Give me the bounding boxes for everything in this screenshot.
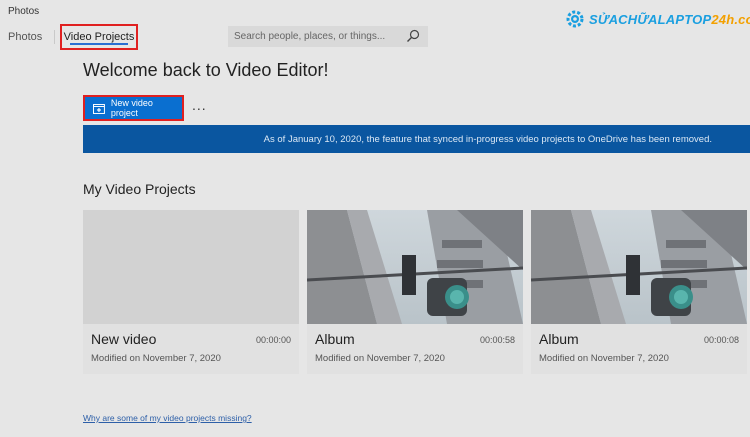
project-thumbnail xyxy=(307,210,523,324)
project-thumbnail xyxy=(83,210,299,324)
more-options-button[interactable]: ... xyxy=(192,97,207,113)
project-name: New video xyxy=(91,331,157,347)
info-banner-text: As of January 10, 2020, the feature that… xyxy=(263,133,712,145)
new-video-project-label: New video project xyxy=(110,98,153,118)
project-modified: Modified on November 7, 2020 xyxy=(539,353,669,364)
project-card[interactable]: Album 00:00:58 Modified on November 7, 2… xyxy=(307,210,523,374)
project-modified: Modified on November 7, 2020 xyxy=(315,353,445,364)
project-card[interactable]: New video 00:00:00 Modified on November … xyxy=(83,210,299,374)
search-placeholder: Search people, places, or things... xyxy=(234,31,386,42)
watermark-logo: SỬACHỮALAPTOP 24h.com xyxy=(565,8,750,30)
tab-video-projects[interactable]: Video Projects xyxy=(60,24,138,50)
app-title: Photos xyxy=(8,6,40,17)
section-title: My Video Projects xyxy=(83,181,196,197)
search-icon[interactable] xyxy=(406,29,420,43)
project-name: Album xyxy=(539,331,579,347)
project-duration: 00:00:58 xyxy=(479,335,515,345)
project-thumbnail xyxy=(531,210,747,324)
new-video-icon xyxy=(93,103,105,114)
project-card[interactable]: Album 00:00:08 Modified on November 7, 2… xyxy=(531,210,747,374)
gear-icon xyxy=(566,10,584,28)
project-duration: 00:00:00 xyxy=(255,335,291,345)
project-duration: 00:00:08 xyxy=(703,335,739,345)
info-banner: As of January 10, 2020, the feature that… xyxy=(83,125,750,153)
watermark-text-secondary: 24h.com xyxy=(711,11,750,27)
missing-projects-link[interactable]: Why are some of my video projects missin… xyxy=(83,413,252,423)
project-modified: Modified on November 7, 2020 xyxy=(91,353,221,364)
tab-photos[interactable]: Photos xyxy=(8,24,42,50)
page-title: Welcome back to Video Editor! xyxy=(83,60,329,80)
watermark-text-primary: SỬACHỮALAPTOP xyxy=(589,11,712,27)
tab-video-projects-label: Video Projects xyxy=(63,31,135,43)
new-video-project-button[interactable]: New video project xyxy=(83,95,184,121)
search-input[interactable]: Search people, places, or things... xyxy=(228,26,428,47)
tab-divider xyxy=(54,30,55,44)
project-name: Album xyxy=(315,331,355,347)
active-tab-indicator xyxy=(70,43,128,45)
